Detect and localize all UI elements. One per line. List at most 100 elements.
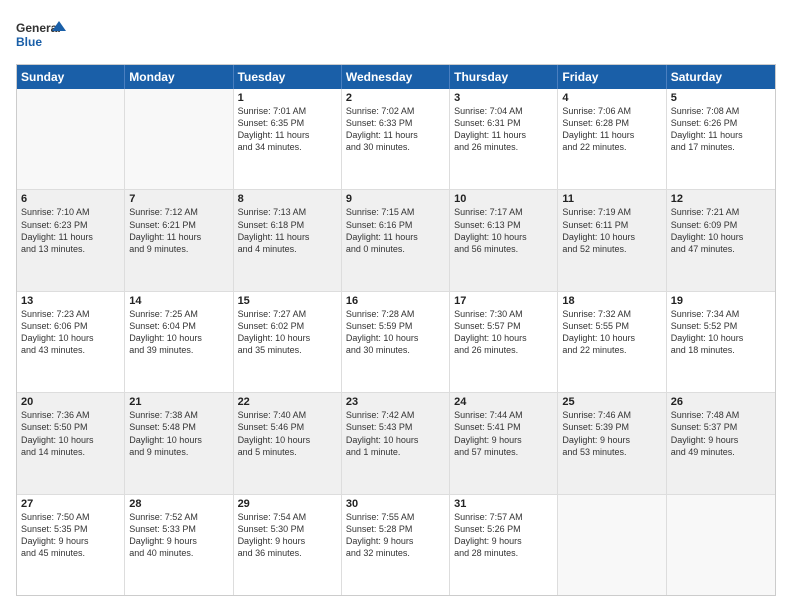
svg-text:General: General	[16, 21, 61, 35]
svg-text:Blue: Blue	[16, 35, 42, 49]
day-number: 23	[346, 396, 445, 408]
day-info: Sunrise: 7:52 AM Sunset: 5:33 PM Dayligh…	[129, 511, 228, 560]
calendar-row-1: 1Sunrise: 7:01 AM Sunset: 6:35 PM Daylig…	[17, 89, 775, 190]
day-cell-6: 6Sunrise: 7:10 AM Sunset: 6:23 PM Daylig…	[17, 190, 125, 290]
day-number: 28	[129, 498, 228, 510]
day-info: Sunrise: 7:13 AM Sunset: 6:18 PM Dayligh…	[238, 206, 337, 255]
day-cell-10: 10Sunrise: 7:17 AM Sunset: 6:13 PM Dayli…	[450, 190, 558, 290]
day-info: Sunrise: 7:25 AM Sunset: 6:04 PM Dayligh…	[129, 308, 228, 357]
day-info: Sunrise: 7:38 AM Sunset: 5:48 PM Dayligh…	[129, 409, 228, 458]
day-cell-1: 1Sunrise: 7:01 AM Sunset: 6:35 PM Daylig…	[234, 89, 342, 189]
day-cell-21: 21Sunrise: 7:38 AM Sunset: 5:48 PM Dayli…	[125, 393, 233, 493]
logo: General Blue	[16, 16, 66, 56]
day-cell-30: 30Sunrise: 7:55 AM Sunset: 5:28 PM Dayli…	[342, 495, 450, 595]
day-number: 31	[454, 498, 553, 510]
day-number: 27	[21, 498, 120, 510]
day-number: 4	[562, 92, 661, 104]
day-info: Sunrise: 7:32 AM Sunset: 5:55 PM Dayligh…	[562, 308, 661, 357]
day-cell-8: 8Sunrise: 7:13 AM Sunset: 6:18 PM Daylig…	[234, 190, 342, 290]
day-number: 11	[562, 193, 661, 205]
empty-cell	[125, 89, 233, 189]
logo-svg: General Blue	[16, 16, 66, 56]
day-number: 1	[238, 92, 337, 104]
day-info: Sunrise: 7:15 AM Sunset: 6:16 PM Dayligh…	[346, 206, 445, 255]
day-number: 19	[671, 295, 771, 307]
day-cell-7: 7Sunrise: 7:12 AM Sunset: 6:21 PM Daylig…	[125, 190, 233, 290]
page-header: General Blue	[16, 16, 776, 56]
day-number: 6	[21, 193, 120, 205]
day-cell-16: 16Sunrise: 7:28 AM Sunset: 5:59 PM Dayli…	[342, 292, 450, 392]
empty-cell	[558, 495, 666, 595]
day-cell-13: 13Sunrise: 7:23 AM Sunset: 6:06 PM Dayli…	[17, 292, 125, 392]
calendar-body: 1Sunrise: 7:01 AM Sunset: 6:35 PM Daylig…	[17, 89, 775, 595]
day-number: 10	[454, 193, 553, 205]
day-cell-29: 29Sunrise: 7:54 AM Sunset: 5:30 PM Dayli…	[234, 495, 342, 595]
day-cell-14: 14Sunrise: 7:25 AM Sunset: 6:04 PM Dayli…	[125, 292, 233, 392]
day-cell-11: 11Sunrise: 7:19 AM Sunset: 6:11 PM Dayli…	[558, 190, 666, 290]
day-info: Sunrise: 7:27 AM Sunset: 6:02 PM Dayligh…	[238, 308, 337, 357]
calendar-header: SundayMondayTuesdayWednesdayThursdayFrid…	[17, 65, 775, 89]
day-number: 17	[454, 295, 553, 307]
day-cell-23: 23Sunrise: 7:42 AM Sunset: 5:43 PM Dayli…	[342, 393, 450, 493]
day-info: Sunrise: 7:48 AM Sunset: 5:37 PM Dayligh…	[671, 409, 771, 458]
day-number: 24	[454, 396, 553, 408]
day-number: 22	[238, 396, 337, 408]
day-cell-17: 17Sunrise: 7:30 AM Sunset: 5:57 PM Dayli…	[450, 292, 558, 392]
day-number: 30	[346, 498, 445, 510]
day-cell-9: 9Sunrise: 7:15 AM Sunset: 6:16 PM Daylig…	[342, 190, 450, 290]
day-header-wednesday: Wednesday	[342, 65, 450, 89]
day-info: Sunrise: 7:36 AM Sunset: 5:50 PM Dayligh…	[21, 409, 120, 458]
day-info: Sunrise: 7:21 AM Sunset: 6:09 PM Dayligh…	[671, 206, 771, 255]
day-info: Sunrise: 7:55 AM Sunset: 5:28 PM Dayligh…	[346, 511, 445, 560]
calendar-row-5: 27Sunrise: 7:50 AM Sunset: 5:35 PM Dayli…	[17, 495, 775, 595]
day-header-friday: Friday	[558, 65, 666, 89]
day-info: Sunrise: 7:17 AM Sunset: 6:13 PM Dayligh…	[454, 206, 553, 255]
day-info: Sunrise: 7:44 AM Sunset: 5:41 PM Dayligh…	[454, 409, 553, 458]
day-cell-22: 22Sunrise: 7:40 AM Sunset: 5:46 PM Dayli…	[234, 393, 342, 493]
day-header-monday: Monday	[125, 65, 233, 89]
day-cell-26: 26Sunrise: 7:48 AM Sunset: 5:37 PM Dayli…	[667, 393, 775, 493]
day-cell-27: 27Sunrise: 7:50 AM Sunset: 5:35 PM Dayli…	[17, 495, 125, 595]
empty-cell	[17, 89, 125, 189]
day-number: 25	[562, 396, 661, 408]
day-number: 13	[21, 295, 120, 307]
day-number: 20	[21, 396, 120, 408]
day-cell-3: 3Sunrise: 7:04 AM Sunset: 6:31 PM Daylig…	[450, 89, 558, 189]
empty-cell	[667, 495, 775, 595]
day-info: Sunrise: 7:50 AM Sunset: 5:35 PM Dayligh…	[21, 511, 120, 560]
day-number: 9	[346, 193, 445, 205]
day-number: 29	[238, 498, 337, 510]
day-number: 7	[129, 193, 228, 205]
day-cell-19: 19Sunrise: 7:34 AM Sunset: 5:52 PM Dayli…	[667, 292, 775, 392]
day-info: Sunrise: 7:54 AM Sunset: 5:30 PM Dayligh…	[238, 511, 337, 560]
day-info: Sunrise: 7:42 AM Sunset: 5:43 PM Dayligh…	[346, 409, 445, 458]
day-number: 14	[129, 295, 228, 307]
day-info: Sunrise: 7:04 AM Sunset: 6:31 PM Dayligh…	[454, 105, 553, 154]
day-cell-12: 12Sunrise: 7:21 AM Sunset: 6:09 PM Dayli…	[667, 190, 775, 290]
day-number: 18	[562, 295, 661, 307]
day-info: Sunrise: 7:46 AM Sunset: 5:39 PM Dayligh…	[562, 409, 661, 458]
day-header-tuesday: Tuesday	[234, 65, 342, 89]
day-header-saturday: Saturday	[667, 65, 775, 89]
day-number: 5	[671, 92, 771, 104]
day-info: Sunrise: 7:08 AM Sunset: 6:26 PM Dayligh…	[671, 105, 771, 154]
day-info: Sunrise: 7:28 AM Sunset: 5:59 PM Dayligh…	[346, 308, 445, 357]
day-number: 21	[129, 396, 228, 408]
day-cell-28: 28Sunrise: 7:52 AM Sunset: 5:33 PM Dayli…	[125, 495, 233, 595]
day-number: 2	[346, 92, 445, 104]
day-number: 8	[238, 193, 337, 205]
day-cell-20: 20Sunrise: 7:36 AM Sunset: 5:50 PM Dayli…	[17, 393, 125, 493]
day-cell-25: 25Sunrise: 7:46 AM Sunset: 5:39 PM Dayli…	[558, 393, 666, 493]
calendar: SundayMondayTuesdayWednesdayThursdayFrid…	[16, 64, 776, 596]
day-number: 15	[238, 295, 337, 307]
day-cell-18: 18Sunrise: 7:32 AM Sunset: 5:55 PM Dayli…	[558, 292, 666, 392]
day-cell-15: 15Sunrise: 7:27 AM Sunset: 6:02 PM Dayli…	[234, 292, 342, 392]
day-info: Sunrise: 7:10 AM Sunset: 6:23 PM Dayligh…	[21, 206, 120, 255]
calendar-row-4: 20Sunrise: 7:36 AM Sunset: 5:50 PM Dayli…	[17, 393, 775, 494]
day-info: Sunrise: 7:30 AM Sunset: 5:57 PM Dayligh…	[454, 308, 553, 357]
day-number: 3	[454, 92, 553, 104]
day-cell-31: 31Sunrise: 7:57 AM Sunset: 5:26 PM Dayli…	[450, 495, 558, 595]
day-info: Sunrise: 7:34 AM Sunset: 5:52 PM Dayligh…	[671, 308, 771, 357]
day-info: Sunrise: 7:06 AM Sunset: 6:28 PM Dayligh…	[562, 105, 661, 154]
day-header-thursday: Thursday	[450, 65, 558, 89]
